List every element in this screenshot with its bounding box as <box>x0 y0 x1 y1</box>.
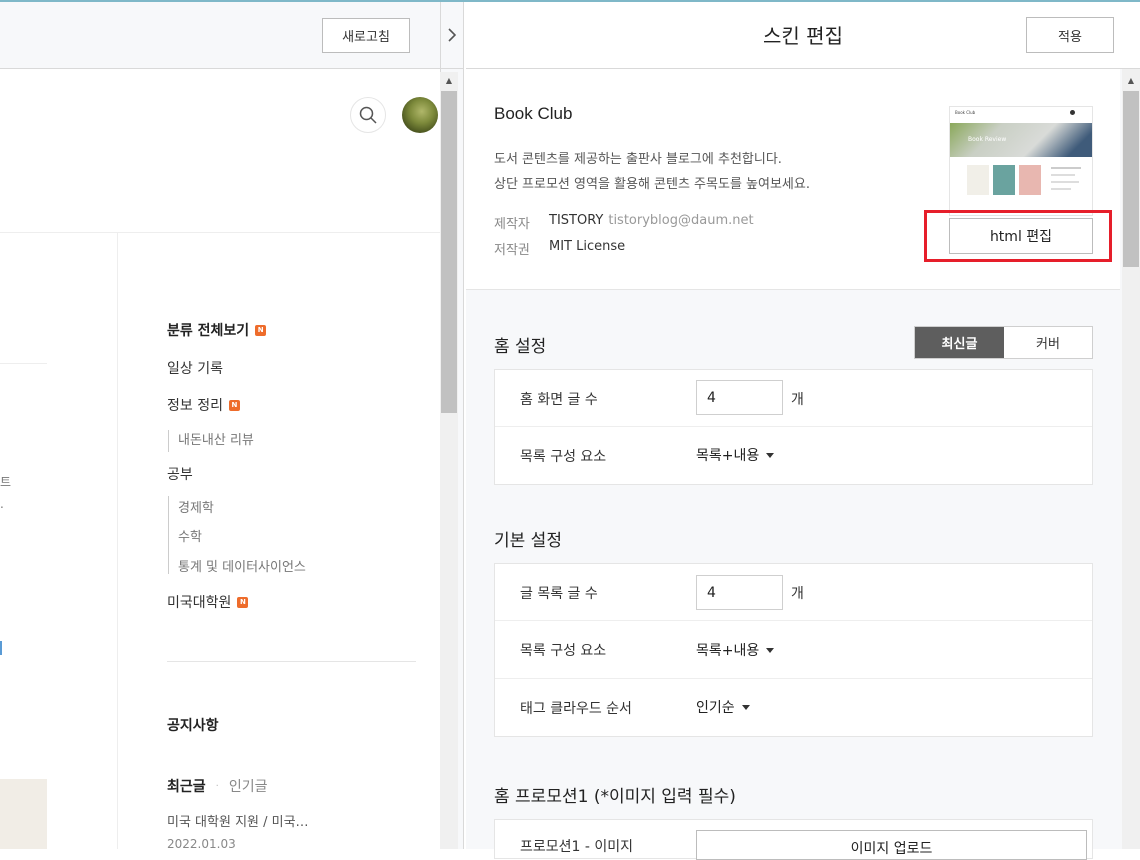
skin-thumbnail: Book Club Book Review <box>949 106 1093 216</box>
tab-recent[interactable]: 최근글 <box>167 776 206 796</box>
skin-description: 도서 콘텐츠를 제공하는 출판사 블로그에 추천합니다. <box>494 152 782 167</box>
promotion-image-label: 프로모션1 - 이미지 <box>520 839 634 855</box>
subcategory-economics[interactable]: 경제학 <box>178 497 214 516</box>
collapse-panel-button[interactable] <box>440 2 464 69</box>
tab-divider: · <box>215 780 219 792</box>
search-icon <box>359 106 377 124</box>
maker-email: tistoryblog@daum.net <box>608 213 754 228</box>
home-settings-title: 홈 설정 <box>494 337 547 357</box>
new-badge: N <box>228 399 240 411</box>
thumb-card <box>967 165 989 195</box>
thumb-line <box>1051 188 1071 190</box>
list-elements-select[interactable]: 목록+내용 <box>696 640 775 660</box>
maker-name: TISTORY <box>549 213 604 228</box>
category-daily[interactable]: 일상 기록 <box>167 358 223 378</box>
new-badge: N <box>237 596 249 608</box>
home-post-count-label: 홈 화면 글 수 <box>520 392 598 408</box>
skin-description: 상단 프로모션 영역을 활용해 콘텐츠 주목도를 높여보세요. <box>494 177 810 192</box>
thumb-card <box>1019 165 1041 195</box>
cut-off-link <box>0 641 2 655</box>
home-post-count-input[interactable]: 4 <box>696 380 783 415</box>
basic-settings-title: 기본 설정 <box>494 531 562 551</box>
recent-post-title[interactable]: 미국 대학원 지원 / 미국… <box>167 811 309 830</box>
category-label: 일상 기록 <box>167 361 223 377</box>
unit-label: 개 <box>791 586 804 602</box>
post-tabs: 최근글 · 인기글 <box>167 776 267 796</box>
notice-heading[interactable]: 공지사항 <box>167 715 219 735</box>
row-divider <box>495 426 1092 427</box>
home-list-elements-label: 목록 구성 요소 <box>520 449 607 465</box>
promotion-title: 홈 프로모션1 (*이미지 입력 필수) <box>494 787 736 807</box>
scroll-up-icon[interactable]: ▲ <box>440 72 458 88</box>
skin-name: Book Club <box>494 104 573 123</box>
refresh-button[interactable]: 새로고침 <box>322 18 410 53</box>
license-value: MIT License <box>549 239 626 254</box>
select-value: 목록+내용 <box>696 643 760 659</box>
caret-down-icon <box>741 704 750 710</box>
list-post-count-input[interactable]: 4 <box>696 575 783 610</box>
chevron-right-icon <box>448 28 456 42</box>
caret-down-icon <box>766 452 775 458</box>
profile-avatar[interactable] <box>402 97 438 133</box>
apply-button[interactable]: 적용 <box>1026 17 1114 53</box>
home-mode-toggle: 최신글 커버 <box>914 326 1093 359</box>
segment-cover[interactable]: 커버 <box>1004 327 1092 358</box>
home-list-elements-select[interactable]: 목록+내용 <box>696 445 775 465</box>
thumb-line <box>1051 174 1075 176</box>
header-divider <box>0 232 440 233</box>
panel-scrollbar-thumb[interactable] <box>1123 91 1139 267</box>
select-value: 인기순 <box>696 700 735 716</box>
sidebar-divider <box>167 661 416 662</box>
segment-latest[interactable]: 최신글 <box>915 327 1004 358</box>
caret-down-icon <box>766 647 775 653</box>
search-button[interactable] <box>350 97 386 133</box>
row-divider <box>495 620 1092 621</box>
category-label: 정보 정리 <box>167 398 223 414</box>
new-badge: N <box>255 324 267 336</box>
tag-cloud-order-label: 태그 클라우드 순서 <box>520 701 632 717</box>
subcategory-math[interactable]: 수학 <box>178 526 202 545</box>
thumb-avatar <box>1070 110 1075 115</box>
category-all[interactable]: 분류 전체보기 N <box>167 320 267 340</box>
content-divider <box>0 363 47 364</box>
license-label: 저작권 <box>494 243 530 258</box>
cut-off-text: 트 <box>0 475 12 489</box>
highlight-box <box>924 210 1112 262</box>
recent-post-date: 2022.01.03 <box>167 837 236 849</box>
category-label: 미국대학원 <box>167 595 232 611</box>
thumb-line <box>1051 167 1081 169</box>
subcategory-statistics[interactable]: 통계 및 데이터사이언스 <box>178 556 306 575</box>
scroll-up-icon[interactable]: ▲ <box>1122 72 1140 88</box>
category-us-grad[interactable]: 미국대학원 N <box>167 592 249 612</box>
home-settings-box <box>494 369 1093 485</box>
category-study[interactable]: 공부 <box>167 464 193 484</box>
maker-value: TISTORY tistoryblog@daum.net <box>549 213 754 228</box>
image-upload-button[interactable]: 이미지 업로드 <box>696 830 1087 860</box>
thumb-title: Book Club <box>955 110 976 115</box>
select-value: 목록+내용 <box>696 448 760 464</box>
list-elements-label: 목록 구성 요소 <box>520 643 607 659</box>
cut-off-text: . <box>0 497 4 511</box>
thumb-hero-text: Book Review <box>968 136 1007 143</box>
row-divider <box>495 678 1092 679</box>
subcategory-bar <box>168 496 169 574</box>
preview-scrollbar-thumb[interactable] <box>441 91 457 413</box>
blog-preview: 트 . 분류 전체보기 N 일상 기록 정보 정리 N 내돈내산 리뷰 공부 경… <box>0 69 440 849</box>
column-divider <box>117 232 118 849</box>
list-post-count-label: 글 목록 글 수 <box>520 586 598 602</box>
subcategory-bar <box>168 430 169 452</box>
tag-cloud-order-select[interactable]: 인기순 <box>696 697 750 717</box>
post-thumbnail <box>0 779 47 849</box>
category-label: 공부 <box>167 467 193 483</box>
maker-label: 제작자 <box>494 217 530 232</box>
unit-label: 개 <box>791 392 804 408</box>
category-info[interactable]: 정보 정리 N <box>167 395 240 415</box>
thumb-line <box>1051 181 1079 183</box>
tab-popular[interactable]: 인기글 <box>229 776 268 796</box>
thumb-hero: Book Review <box>950 123 1092 157</box>
thumb-card <box>993 165 1015 195</box>
subcategory-review[interactable]: 내돈내산 리뷰 <box>178 429 254 448</box>
category-label: 분류 전체보기 <box>167 323 250 339</box>
